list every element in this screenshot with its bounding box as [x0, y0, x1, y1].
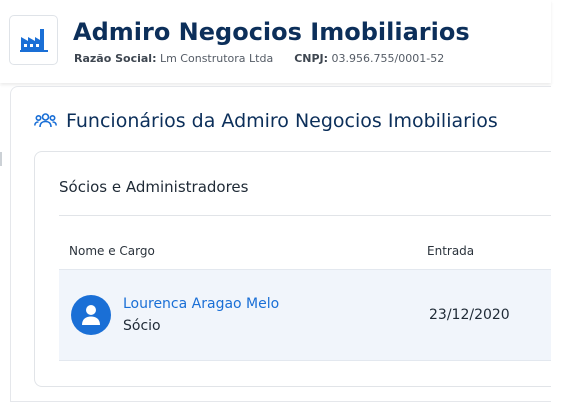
cnpj-value: 03.956.755/0001-52 [331, 52, 445, 65]
person-entry-date: 23/12/2020 [429, 307, 510, 323]
company-logo [9, 15, 58, 65]
card-title: Sócios e Administradores [59, 178, 249, 196]
company-meta: Razão Social: Lm Construtora Ltda CNPJ: … [74, 52, 444, 65]
cnpj-label: CNPJ: [294, 52, 329, 65]
section-header: Funcionários da Admiro Negocios Imobilia… [34, 110, 498, 132]
company-title: Admiro Negocios Imobiliarios [73, 18, 470, 46]
column-header-date: Entrada [427, 244, 475, 258]
people-icon [34, 113, 57, 128]
razao-social-label: Razão Social: [74, 52, 157, 65]
avatar [71, 295, 111, 335]
column-header-name: Nome e Cargo [69, 244, 155, 258]
factory-icon [20, 29, 48, 52]
person-name-link[interactable]: Lourenca Aragao Melo [123, 296, 279, 312]
user-icon [82, 305, 100, 325]
section-title: Funcionários da Admiro Negocios Imobilia… [66, 110, 498, 132]
company-header: Admiro Negocios Imobiliarios Razão Socia… [0, 0, 551, 83]
card-divider [59, 215, 551, 216]
scroll-edge [0, 152, 2, 166]
person-role: Sócio [123, 318, 161, 334]
razao-social-value: Lm Construtora Ltda [159, 52, 274, 65]
